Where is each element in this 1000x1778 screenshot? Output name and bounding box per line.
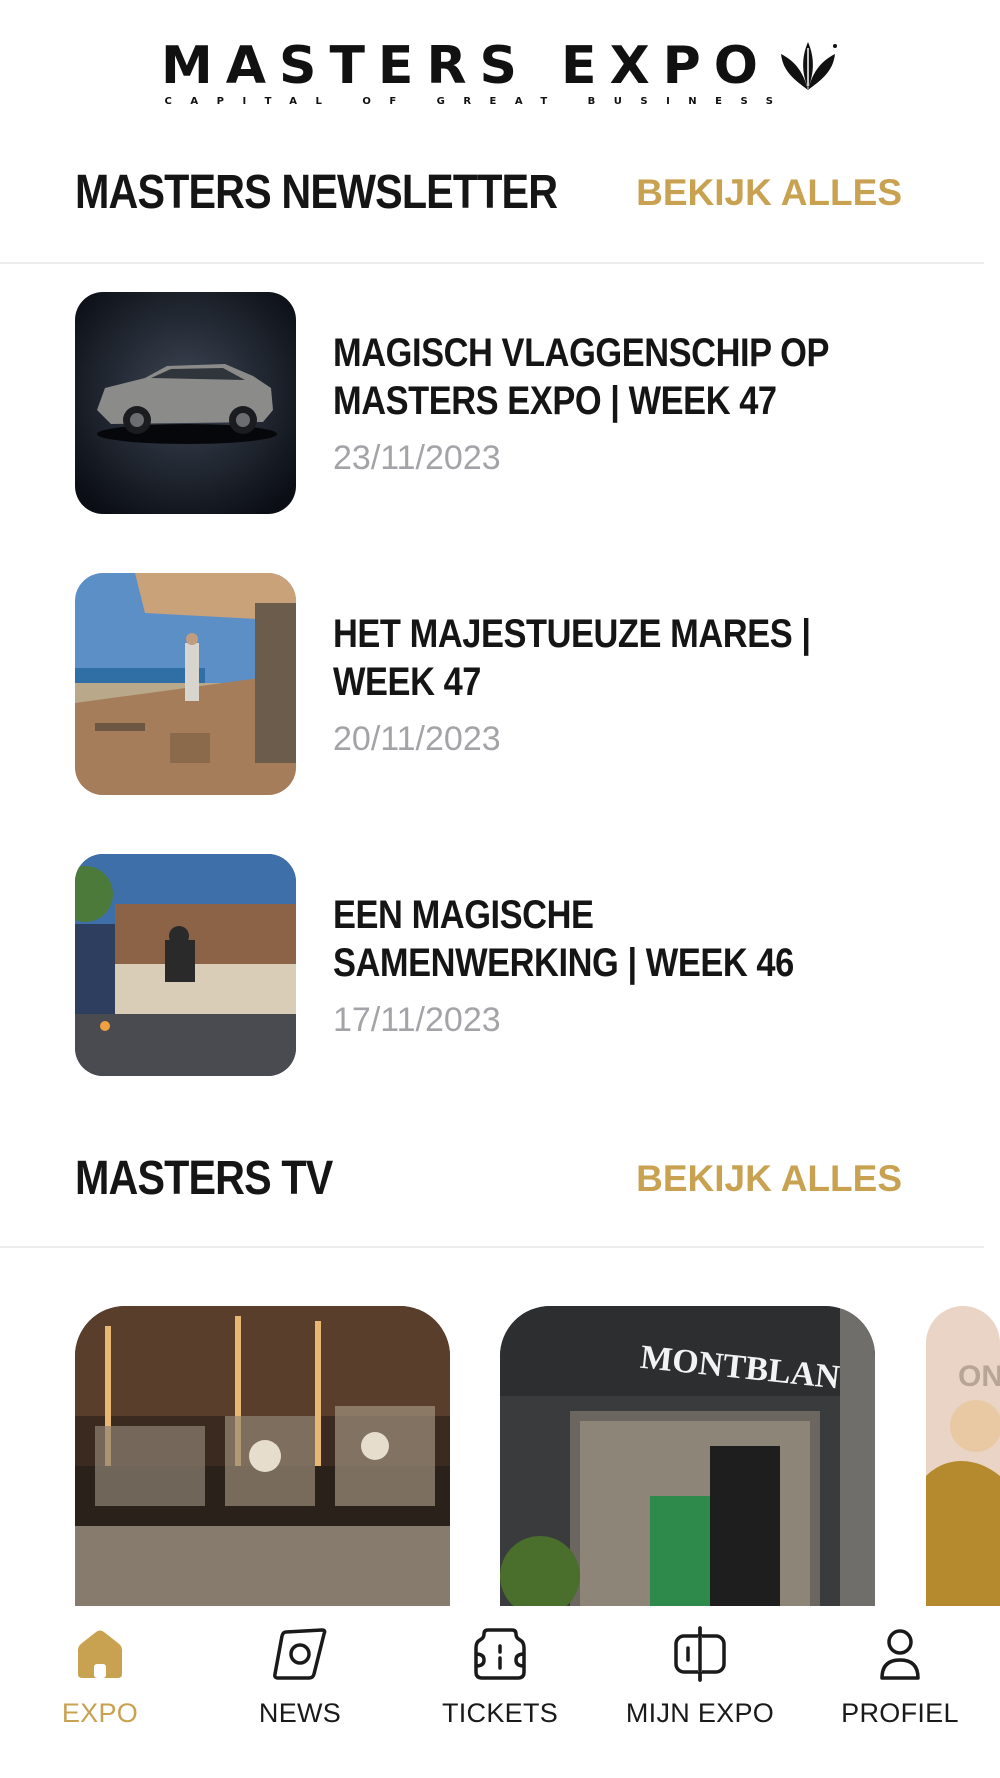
- home-icon: [78, 1630, 122, 1678]
- news-thumbnail: [75, 573, 296, 795]
- section-divider: [0, 1246, 984, 1248]
- compass-icon: [273, 1628, 327, 1680]
- nav-label: TICKETS: [441, 1698, 559, 1728]
- nav-label: MIJN EXPO: [625, 1698, 775, 1728]
- tv-title: MASTERS TV: [75, 1152, 333, 1205]
- bottom-nav: EXPO NEWS TICKETS MIJN EXPO PROFIEL: [0, 1606, 1000, 1778]
- newsletter-header: MASTERS NEWSLETTER BEKIJK ALLES: [0, 163, 1000, 223]
- nav-item-tickets[interactable]: TICKETS: [400, 1606, 600, 1778]
- user-icon: [880, 1629, 920, 1680]
- leaf-icon: [780, 42, 837, 90]
- app-logo: MASTERS EXPO CAPITAL OF GREAT BUSINESS: [0, 36, 1000, 107]
- logo-wordmark: MASTERS EXPO: [161, 36, 771, 96]
- tv-card[interactable]: [75, 1306, 450, 1606]
- news-date: 20/11/2023: [333, 719, 501, 758]
- news-thumbnail: [75, 854, 296, 1076]
- tv-card-label: ON: [958, 1360, 1000, 1393]
- nav-item-profiel[interactable]: PROFIEL: [800, 1606, 1000, 1778]
- news-date: 23/11/2023: [333, 438, 501, 477]
- section-divider: [0, 262, 984, 264]
- tv-see-all-link[interactable]: BEKIJK ALLES: [636, 1149, 902, 1209]
- news-thumbnail: [75, 292, 296, 514]
- news-title: MAGISCH VLAGGENSCHIP OP MASTERS EXPO | W…: [333, 330, 829, 423]
- news-title: HET MAJESTUEUZE MARES | WEEK 47: [333, 611, 811, 704]
- tv-card[interactable]: ON: [926, 1306, 1000, 1606]
- list-item[interactable]: MAGISCH VLAGGENSCHIP OP MASTERS EXPO | W…: [75, 292, 955, 514]
- nav-label: NEWS: [258, 1698, 342, 1728]
- nav-item-news[interactable]: NEWS: [200, 1606, 400, 1778]
- tv-header: MASTERS TV BEKIJK ALLES: [0, 1149, 1000, 1209]
- news-date: 17/11/2023: [333, 1000, 501, 1039]
- nav-label: PROFIEL: [841, 1698, 959, 1728]
- newsletter-see-all-link[interactable]: BEKIJK ALLES: [636, 163, 902, 223]
- tv-card-image: MONTBLANC: [500, 1306, 875, 1606]
- logo-tagline: CAPITAL OF GREAT BUSINESS: [164, 96, 792, 107]
- tv-card-image: ON: [926, 1306, 1000, 1606]
- nav-item-mijn-expo[interactable]: MIJN EXPO: [600, 1606, 800, 1778]
- ticket-icon: [474, 1628, 526, 1680]
- tv-card-image: [75, 1306, 450, 1606]
- news-title: EEN MAGISCHE SAMENWERKING | WEEK 46: [333, 892, 794, 985]
- nav-label: EXPO: [61, 1698, 139, 1728]
- list-item[interactable]: HET MAJESTUEUZE MARES | WEEK 47 20/11/20…: [75, 573, 955, 795]
- list-item[interactable]: EEN MAGISCHE SAMENWERKING | WEEK 46 17/1…: [75, 854, 955, 1076]
- tv-card[interactable]: MONTBLANC: [500, 1306, 875, 1606]
- nav-item-expo[interactable]: EXPO: [0, 1606, 200, 1778]
- newsletter-title: MASTERS NEWSLETTER: [75, 166, 558, 219]
- badge-icon: [674, 1626, 726, 1682]
